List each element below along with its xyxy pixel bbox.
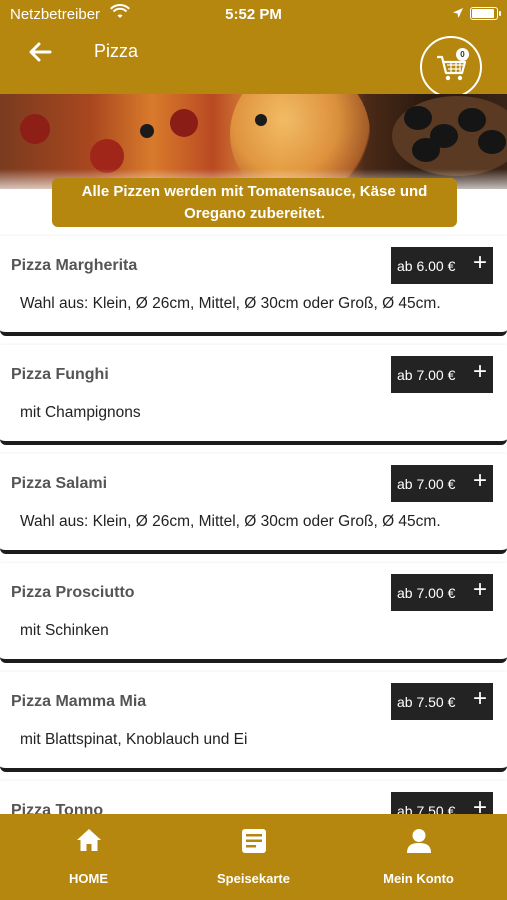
item-description: Wahl aus: Klein, Ø 26cm, Mittel, Ø 30cm …	[20, 295, 441, 312]
battery-icon	[470, 7, 501, 20]
tab-label: HOME	[69, 871, 108, 886]
back-arrow-icon[interactable]	[26, 38, 54, 66]
menu-icon	[242, 829, 266, 853]
plus-icon: +	[472, 249, 487, 276]
item-name: Pizza Mamma Mia	[11, 693, 147, 710]
add-to-cart-button[interactable]: ab 7.00 € +	[391, 356, 493, 393]
menu-item[interactable]: Pizza Salami ab 7.00 € + Wahl aus: Klein…	[0, 454, 507, 554]
cart-count-badge: 0	[456, 48, 469, 61]
menu-item[interactable]: Pizza Margherita ab 6.00 € + Wahl aus: K…	[0, 236, 507, 336]
plus-icon: +	[472, 358, 487, 385]
item-price: ab 7.50 €	[397, 694, 456, 710]
app-header: Pizza 0	[0, 28, 507, 98]
plus-icon: +	[472, 467, 487, 494]
item-price: ab 6.00 €	[397, 258, 456, 274]
item-name: Pizza Prosciutto	[11, 584, 135, 601]
plus-icon: +	[472, 576, 487, 603]
item-price: ab 7.00 €	[397, 585, 456, 601]
item-description: mit Champignons	[20, 404, 141, 421]
cart-button[interactable]: 0	[420, 36, 482, 98]
item-name: Pizza Salami	[11, 475, 108, 492]
clock: 5:52 PM	[225, 6, 282, 23]
add-to-cart-button[interactable]: ab 7.00 € +	[391, 465, 493, 502]
menu-item[interactable]: Pizza Mamma Mia ab 7.50 € + mit Blattspi…	[0, 672, 507, 772]
add-to-cart-button[interactable]: ab 6.00 € +	[391, 247, 493, 284]
item-description: mit Blattspinat, Knoblauch und Ei	[20, 731, 248, 748]
tab-mein-konto[interactable]: Mein Konto	[334, 814, 503, 900]
add-to-cart-button[interactable]: ab 7.00 € +	[391, 574, 493, 611]
page-title: Pizza	[94, 41, 139, 61]
item-price: ab 7.00 €	[397, 476, 456, 492]
item-description: Wahl aus: Klein, Ø 26cm, Mittel, Ø 30cm …	[20, 513, 441, 530]
hero-pizza-image	[0, 94, 507, 189]
item-price: ab 7.00 €	[397, 367, 456, 383]
item-description: mit Schinken	[20, 622, 109, 639]
tab-speisekarte[interactable]: Speisekarte	[169, 814, 338, 900]
menu-item[interactable]: Pizza Funghi ab 7.00 € + mit Champignons	[0, 345, 507, 445]
item-name: Pizza Margherita	[11, 257, 138, 274]
menu-item[interactable]: Pizza Prosciutto ab 7.00 € + mit Schinke…	[0, 563, 507, 663]
tab-home[interactable]: HOME	[4, 814, 173, 900]
add-to-cart-button[interactable]: ab 7.50 € +	[391, 683, 493, 720]
home-icon	[77, 829, 101, 851]
location-arrow-icon	[452, 6, 464, 23]
tab-label: Speisekarte	[217, 871, 290, 886]
info-banner: Alle Pizzen werden mit Tomatensauce, Käs…	[52, 178, 457, 227]
account-icon	[407, 829, 431, 853]
status-bar: Netzbetreiber 5:52 PM	[0, 0, 507, 28]
bottom-tab-bar: HOME Speisekarte Mein Konto	[0, 814, 507, 900]
menu-list: Pizza Margherita ab 6.00 € + Wahl aus: K…	[0, 236, 507, 890]
tab-label: Mein Konto	[383, 871, 454, 886]
plus-icon: +	[472, 685, 487, 712]
item-name: Pizza Funghi	[11, 366, 109, 383]
